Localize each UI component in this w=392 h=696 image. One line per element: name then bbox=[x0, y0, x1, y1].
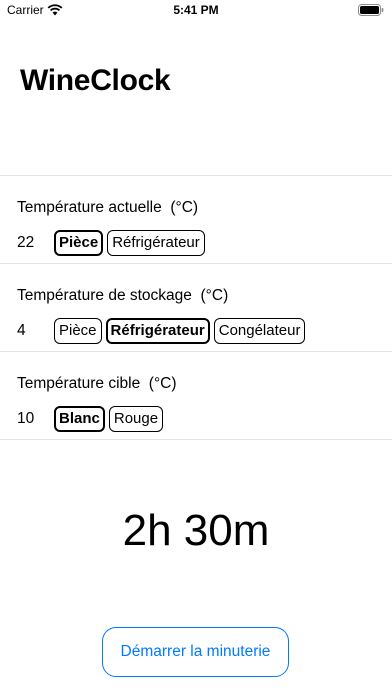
section-divider bbox=[0, 263, 392, 264]
option-storage-congelateur[interactable]: Congélateur bbox=[213, 318, 306, 344]
target-temperature-value: 10 bbox=[17, 410, 35, 427]
battery-icon bbox=[358, 4, 384, 16]
option-storage-piece[interactable]: Pièce bbox=[54, 318, 102, 344]
storage-temperature-options: Pièce Réfrigérateur Congélateur bbox=[54, 318, 306, 344]
storage-temperature-label: Température de stockage (°C) bbox=[17, 287, 229, 304]
option-storage-refrigerateur[interactable]: Réfrigérateur bbox=[105, 318, 210, 344]
target-temperature-options: Blanc Rouge bbox=[54, 406, 164, 432]
timer-display: 2h 30m bbox=[122, 506, 270, 555]
current-temperature-options: Pièce Réfrigérateur bbox=[54, 230, 205, 256]
app-title: WineClock bbox=[20, 64, 171, 97]
current-temperature-value: 22 bbox=[17, 234, 35, 251]
start-timer-button[interactable]: Démarrer la minuterie bbox=[102, 627, 289, 677]
option-current-piece[interactable]: Pièce bbox=[54, 230, 104, 256]
option-current-refrigerateur[interactable]: Réfrigérateur bbox=[107, 230, 205, 256]
status-bar: Carrier 5:41 PM bbox=[0, 0, 392, 22]
section-divider bbox=[0, 351, 392, 352]
section-divider bbox=[0, 439, 392, 440]
target-temperature-label: Température cible (°C) bbox=[17, 375, 177, 392]
option-target-blanc[interactable]: Blanc bbox=[54, 406, 105, 432]
status-time: 5:41 PM bbox=[173, 3, 219, 17]
option-target-rouge[interactable]: Rouge bbox=[108, 406, 164, 432]
section-divider bbox=[0, 175, 392, 176]
storage-temperature-value: 4 bbox=[17, 322, 26, 339]
current-temperature-label: Température actuelle (°C) bbox=[17, 199, 199, 216]
